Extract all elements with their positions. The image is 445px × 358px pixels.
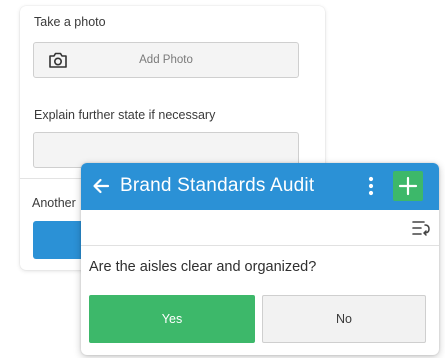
explain-label: Explain further state if necessary [34, 108, 216, 122]
audit-panel: Brand Standards Audit Are the aisles cle… [81, 163, 439, 355]
no-button[interactable]: No [262, 295, 426, 343]
add-photo-button[interactable]: Add Photo [33, 42, 299, 78]
screen: Take a photo Add Photo Explain further s… [0, 0, 445, 358]
question-text: Are the aisles clear and organized? [89, 259, 317, 275]
take-photo-label: Take a photo [34, 15, 106, 29]
plus-icon [398, 176, 418, 196]
add-button[interactable] [393, 171, 423, 201]
kebab-menu-icon[interactable] [366, 175, 376, 197]
app-header: Brand Standards Audit [81, 163, 439, 210]
arrow-left-icon[interactable] [91, 176, 111, 196]
page-title: Brand Standards Audit [120, 175, 315, 196]
sort-list-icon[interactable] [412, 220, 430, 236]
yes-button[interactable]: Yes [89, 295, 255, 343]
toolbar [81, 210, 439, 246]
another-label: Another [32, 196, 76, 210]
add-photo-label: Add Photo [139, 54, 193, 66]
